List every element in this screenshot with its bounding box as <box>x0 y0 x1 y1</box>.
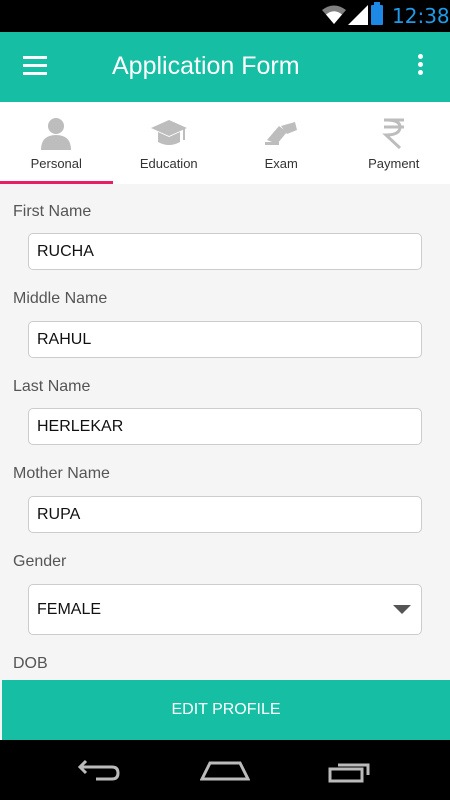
person-icon <box>41 118 72 150</box>
gender-select[interactable]: FEMALE <box>28 584 422 635</box>
tab-label: Payment <box>368 156 420 171</box>
wifi-icon <box>322 5 346 24</box>
tab-label: Education <box>139 156 198 171</box>
tab-payment[interactable]: Payment <box>338 102 450 184</box>
page-title: Application Form <box>112 52 300 80</box>
gender-label: Gender <box>13 553 67 570</box>
tab-bar: Personal Education Exam Payment <box>0 102 450 184</box>
mother-name-label: Mother Name <box>13 465 110 482</box>
middle-name-field[interactable]: RAHUL <box>28 321 422 358</box>
tab-label: Exam <box>264 156 298 171</box>
dropdown-arrow-icon <box>393 605 411 614</box>
home-icon[interactable] <box>200 757 250 783</box>
dob-label: DOB <box>13 655 48 672</box>
overflow-menu-icon[interactable] <box>418 54 426 80</box>
status-time: 12:38 <box>392 4 450 28</box>
menu-icon[interactable] <box>23 56 47 76</box>
tab-personal[interactable]: Personal <box>0 102 113 184</box>
app-bar: Application Form <box>0 32 450 102</box>
signal-icon <box>348 5 368 25</box>
status-bar: 12:38 <box>0 0 450 32</box>
gender-value: FEMALE <box>37 601 102 618</box>
rupee-icon <box>381 118 404 150</box>
edit-profile-button[interactable]: EDIT PROFILE <box>2 680 450 740</box>
first-name-field[interactable]: RUCHA <box>28 233 422 270</box>
system-nav-bar <box>0 740 450 800</box>
application-form: First Name RUCHA Middle Name RAHUL Last … <box>0 184 450 680</box>
tab-education[interactable]: Education <box>113 102 226 184</box>
last-name-field[interactable]: HERLEKAR <box>28 408 422 445</box>
battery-icon <box>371 2 383 25</box>
tab-label: Personal <box>30 156 82 171</box>
exam-icon <box>265 122 298 145</box>
first-name-label: First Name <box>13 203 92 220</box>
tab-exam[interactable]: Exam <box>225 102 338 184</box>
graduation-cap-icon <box>150 120 187 145</box>
recent-apps-icon[interactable] <box>328 757 374 783</box>
middle-name-label: Middle Name <box>13 290 108 307</box>
last-name-label: Last Name <box>13 378 91 395</box>
mother-name-field[interactable]: RUPA <box>28 496 422 533</box>
back-icon[interactable] <box>78 757 122 783</box>
